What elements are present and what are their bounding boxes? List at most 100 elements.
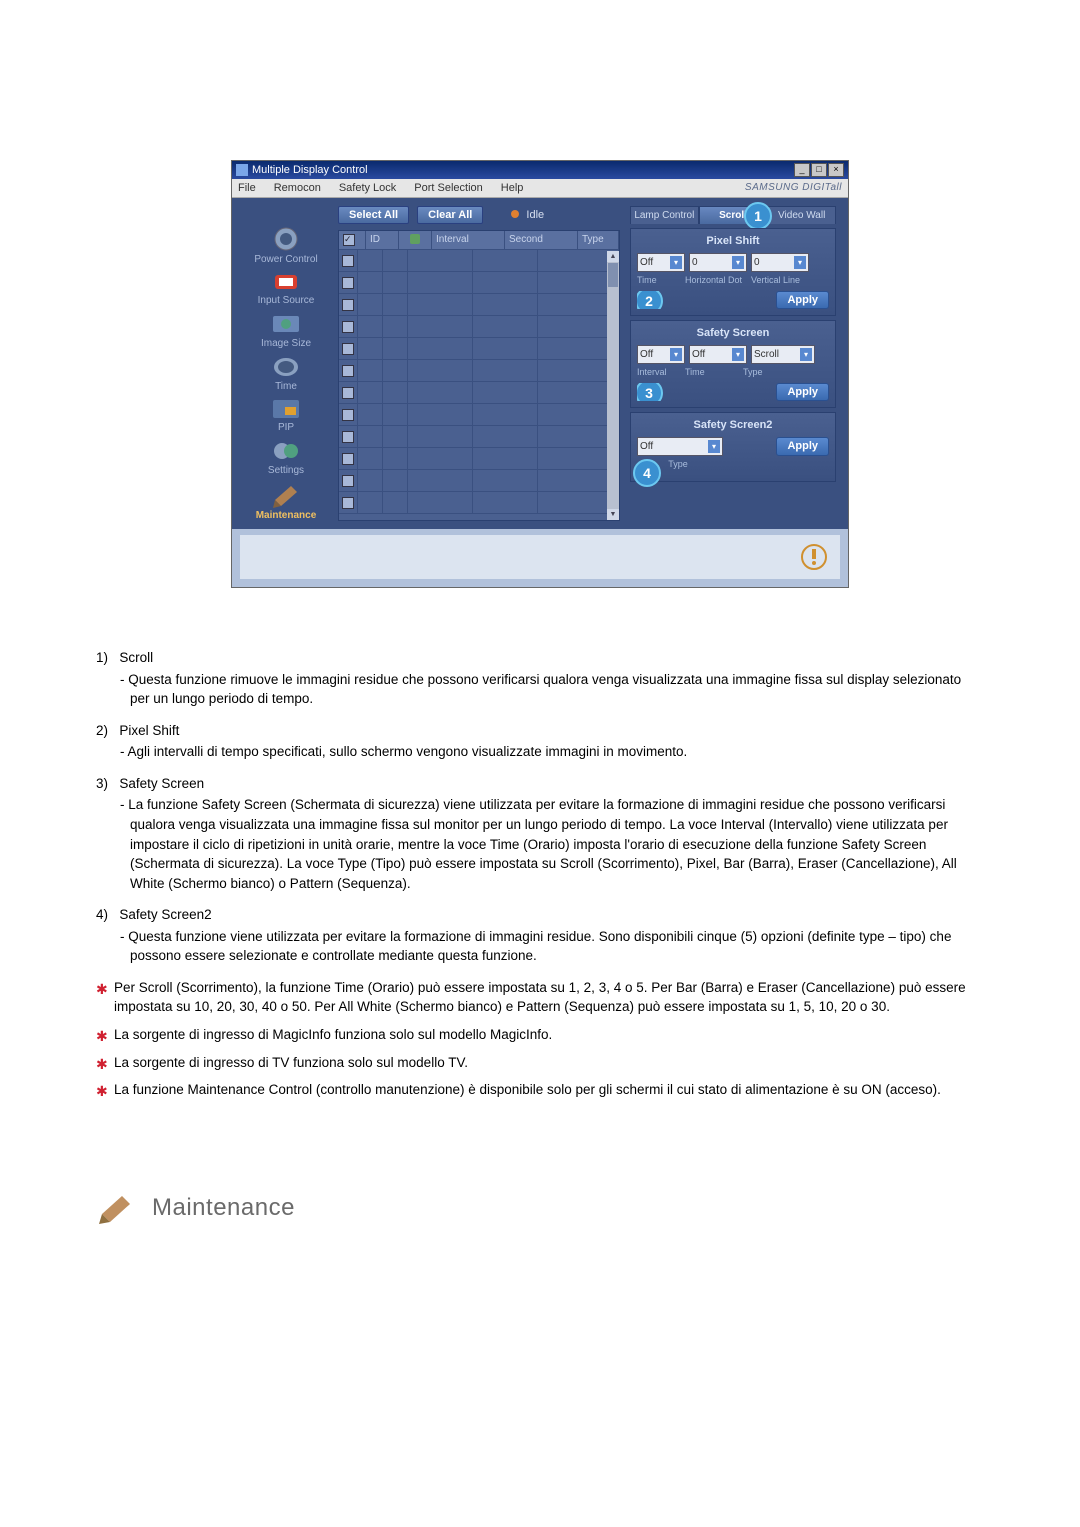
scroll-down-icon[interactable]: ▼ [607, 509, 619, 520]
menu-safety-lock[interactable]: Safety Lock [339, 182, 396, 194]
minimize-button[interactable]: _ [794, 163, 810, 177]
safety-screen-type-select[interactable]: Scroll▾ [751, 345, 815, 364]
scroll-up-icon[interactable]: ▲ [607, 251, 619, 262]
select-all-button[interactable]: Select All [338, 206, 409, 224]
desc-num: 4) [96, 907, 108, 922]
table-row[interactable] [339, 338, 619, 360]
table-row[interactable] [339, 382, 619, 404]
table-row[interactable] [339, 294, 619, 316]
chevron-down-icon: ▾ [800, 348, 812, 361]
menu-file[interactable]: File [238, 182, 256, 194]
idle-indicator-icon [511, 210, 519, 218]
header-second: Second [505, 231, 578, 249]
power-icon [240, 226, 332, 252]
time-icon [240, 355, 332, 379]
sidebar-item-time[interactable]: Time [240, 355, 332, 392]
image-size-icon [240, 312, 332, 336]
sidebar-label: Settings [240, 465, 332, 476]
safety-screen-apply-button[interactable]: Apply [776, 383, 829, 401]
header-type: Type [578, 231, 619, 249]
info-icon [800, 543, 828, 571]
callout-4: 4 [633, 459, 661, 487]
safety-screen2-panel: Safety Screen2 Off▾ Apply Type 4 [630, 412, 836, 482]
sidebar-item-image-size[interactable]: Image Size [240, 312, 332, 349]
vline-label: Vertical Line [751, 275, 800, 285]
pip-icon [240, 398, 332, 420]
table-row[interactable] [339, 272, 619, 294]
header-id: ID [366, 231, 399, 249]
header-interval: Interval [432, 231, 505, 249]
chevron-down-icon: ▾ [732, 256, 744, 269]
hdot-label: Horizontal Dot [685, 275, 745, 285]
safety-screen2-type-select[interactable]: Off▾ [637, 437, 723, 456]
section-heading-text: Maintenance [152, 1194, 295, 1222]
sidebar-item-power-control[interactable]: Power Control [240, 226, 332, 265]
scroll-thumb[interactable] [608, 263, 618, 287]
window-title: Multiple Display Control [252, 164, 368, 176]
safety-screen-panel: Safety Screen Off▾ Off▾ Scroll▾ Interval… [630, 320, 836, 408]
menu-port-selection[interactable]: Port Selection [414, 182, 482, 194]
menu-remocon[interactable]: Remocon [274, 182, 321, 194]
sidebar-label: Time [240, 381, 332, 392]
table-row[interactable] [339, 448, 619, 470]
desc-title: Scroll [119, 650, 153, 665]
right-panel: 1 Lamp Control Scroll Video Wall Pixel S… [626, 206, 840, 521]
desc-item-3: 3) Safety Screen - La funzione Safety Sc… [96, 774, 984, 893]
pixel-shift-title: Pixel Shift [637, 235, 829, 247]
table-row[interactable] [339, 250, 619, 272]
sidebar-label: Input Source [240, 295, 332, 306]
desc-title: Safety Screen [119, 776, 204, 791]
close-button[interactable]: × [828, 163, 844, 177]
star-note-1: Per Scroll (Scorrimento), la funzione Ti… [96, 978, 984, 1017]
desc-num: 1) [96, 650, 108, 665]
table-row[interactable] [339, 426, 619, 448]
maximize-button[interactable]: □ [811, 163, 827, 177]
star-note-3: La sorgente di ingresso di TV funziona s… [96, 1053, 984, 1073]
pixel-shift-vline-select[interactable]: 0▾ [751, 253, 809, 272]
chevron-down-icon: ▾ [670, 348, 682, 361]
maintenance-heading-icon [96, 1190, 136, 1226]
desc-num: 2) [96, 723, 108, 738]
safety-screen-time-select[interactable]: Off▾ [689, 345, 747, 364]
star-note-4: La funzione Maintenance Control (control… [96, 1080, 984, 1100]
tab-lamp-control[interactable]: Lamp Control [630, 206, 699, 224]
star-note-2: La sorgente di ingresso di MagicInfo fun… [96, 1025, 984, 1045]
table-row[interactable] [339, 316, 619, 338]
table-scrollbar[interactable]: ▲ ▼ [607, 251, 619, 520]
header-status-icon [399, 231, 432, 249]
table-row[interactable] [339, 492, 619, 514]
desc-num: 3) [96, 776, 108, 791]
chevron-down-icon: ▾ [794, 256, 806, 269]
sidebar-label: Maintenance [240, 510, 332, 521]
table-row[interactable] [339, 360, 619, 382]
header-checkbox[interactable] [339, 231, 366, 249]
clear-all-button[interactable]: Clear All [417, 206, 483, 224]
callout-3: 3 [637, 383, 663, 401]
tab-video-wall[interactable]: Video Wall [767, 206, 836, 224]
sidebar-item-settings[interactable]: Settings [240, 439, 332, 476]
pixel-shift-hdot-select[interactable]: 0▾ [689, 253, 747, 272]
desc-body: - Questa funzione viene utilizzata per e… [96, 927, 984, 966]
menu-bar: File Remocon Safety Lock Port Selection … [232, 179, 848, 198]
menu-help[interactable]: Help [501, 182, 524, 194]
table-row[interactable] [339, 470, 619, 492]
safety-screen2-title: Safety Screen2 [637, 419, 829, 431]
sidebar-item-pip[interactable]: PIP [240, 398, 332, 433]
desc-title: Pixel Shift [119, 723, 179, 738]
table-row[interactable] [339, 404, 619, 426]
desc-body: - Agli intervalli di tempo specificati, … [96, 742, 984, 762]
desc-body: - Questa funzione rimuove le immagini re… [96, 670, 984, 709]
input-source-icon [240, 271, 332, 293]
pixel-shift-apply-button[interactable]: Apply [776, 291, 829, 309]
sidebar-item-maintenance[interactable]: Maintenance [240, 482, 332, 521]
desc-title: Safety Screen2 [119, 907, 211, 922]
safety-screen-interval-select[interactable]: Off▾ [637, 345, 685, 364]
desc-item-2: 2) Pixel Shift - Agli intervalli di temp… [96, 721, 984, 762]
sidebar-item-input-source[interactable]: Input Source [240, 271, 332, 306]
time-label: Time [685, 367, 737, 377]
sidebar-label: PIP [240, 422, 332, 433]
pixel-shift-time-select[interactable]: Off▾ [637, 253, 685, 272]
desc-item-4: 4) Safety Screen2 - Questa funzione vien… [96, 905, 984, 966]
safety-screen2-apply-button[interactable]: Apply [776, 437, 829, 456]
sidebar-label: Power Control [240, 254, 332, 265]
